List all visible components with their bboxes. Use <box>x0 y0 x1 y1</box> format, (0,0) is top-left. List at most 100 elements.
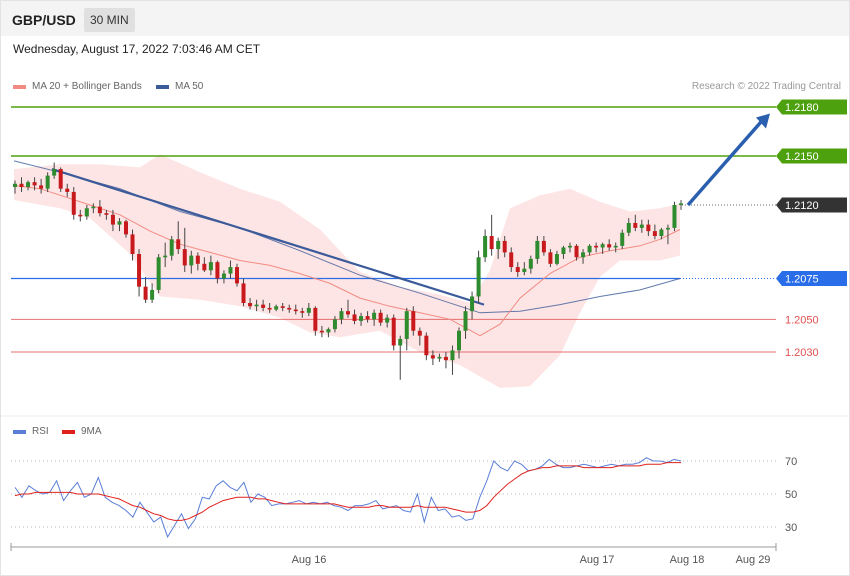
candle-body <box>411 311 416 331</box>
candle-body <box>248 303 253 307</box>
rsi-tick-label: 50 <box>785 489 797 501</box>
candle-body <box>169 239 174 256</box>
candle-body <box>535 240 540 259</box>
candle-body <box>568 245 572 248</box>
rsi-tick-label: 30 <box>785 522 797 534</box>
candle-body <box>424 335 429 356</box>
candle-body <box>150 289 155 300</box>
candle-body <box>587 245 592 253</box>
candle <box>137 249 142 297</box>
candle-body <box>646 224 651 232</box>
rsi-tick-label: 70 <box>785 456 797 468</box>
candle-body <box>117 221 122 225</box>
candle-body <box>607 244 612 248</box>
candle-body <box>78 214 83 217</box>
candle-body <box>483 236 488 258</box>
candle <box>476 250 481 303</box>
candle-body <box>261 304 266 308</box>
candle <box>672 201 677 232</box>
candle-body <box>626 222 631 233</box>
candle-body <box>32 182 37 186</box>
candle-body <box>313 307 318 331</box>
candle-body <box>52 169 57 176</box>
candle-body <box>665 227 670 230</box>
candle-body <box>365 316 370 320</box>
candle-body <box>319 330 324 333</box>
candle-body <box>385 317 390 323</box>
rsi-ma9-line <box>14 462 681 521</box>
candle-body <box>430 355 435 359</box>
level-label: 1.2150 <box>785 151 819 163</box>
candle-body <box>561 247 566 254</box>
x-axis-label: Aug 17 <box>580 554 615 566</box>
candle <box>398 335 403 380</box>
x-axis-label: Aug 29 <box>736 554 771 566</box>
candle-body <box>489 236 494 250</box>
candle-body <box>332 319 337 330</box>
candle-body <box>143 286 148 300</box>
candle-body <box>679 203 683 205</box>
candle-body <box>652 231 657 237</box>
candle-body <box>124 221 128 235</box>
candle-body <box>91 206 96 209</box>
candle-body <box>346 311 350 315</box>
candle-body <box>84 208 89 217</box>
x-axis-label: Aug 16 <box>292 554 327 566</box>
candle-body <box>274 306 279 310</box>
price-chart: 1.2180 1.2150 1.2120 1.2075 1.2050 1.2030 70 5… <box>1 99 849 566</box>
candle-body <box>554 254 559 264</box>
candle-body <box>672 205 677 228</box>
candle-body <box>156 257 161 290</box>
candle-body <box>137 254 142 287</box>
candle-body <box>509 252 514 268</box>
candle-body <box>352 314 357 321</box>
candle-body <box>163 255 168 258</box>
candle-body <box>39 185 44 189</box>
candle-body <box>208 262 213 271</box>
candle-body <box>235 267 239 284</box>
level-label: 1.2120 <box>785 200 819 212</box>
forecast-arrow-shaft <box>686 117 766 207</box>
candle-body <box>359 316 364 321</box>
level-label: 1.2075 <box>785 274 819 286</box>
candle-body <box>496 240 501 250</box>
candle-body <box>548 252 553 264</box>
candle-body <box>398 338 403 346</box>
candle-body <box>306 307 311 313</box>
candle-body <box>581 252 586 258</box>
candle-body <box>372 312 377 320</box>
candle-body <box>633 222 638 228</box>
candle-body <box>528 258 533 269</box>
candle-body <box>202 263 207 271</box>
candle <box>424 332 429 361</box>
candle <box>235 263 239 287</box>
candle-body <box>254 304 259 307</box>
candle-body <box>659 229 664 237</box>
candle-body <box>391 317 396 346</box>
candle-body <box>97 206 102 214</box>
level-label: 1.2050 <box>785 314 819 326</box>
candle-body <box>13 183 17 188</box>
candle-body <box>130 234 135 254</box>
candle-body <box>71 191 76 215</box>
candle-body <box>417 330 422 336</box>
candle-body <box>45 175 50 189</box>
candle-body <box>541 240 546 253</box>
candle-body <box>241 283 246 303</box>
candle-body <box>58 169 63 189</box>
candle <box>143 276 148 303</box>
candle-body <box>195 255 200 264</box>
level-label: 1.2180 <box>785 102 819 114</box>
candle-body <box>620 232 625 246</box>
candle-body <box>228 267 233 274</box>
candle-body <box>443 356 448 361</box>
candle-body <box>293 309 298 312</box>
candle-body <box>574 245 579 258</box>
candle-body <box>215 262 220 279</box>
candle <box>71 187 76 220</box>
candle <box>391 314 396 351</box>
candle-body <box>221 273 226 279</box>
candle-body <box>280 306 285 308</box>
candle-body <box>450 350 455 361</box>
candle-body <box>378 312 383 323</box>
